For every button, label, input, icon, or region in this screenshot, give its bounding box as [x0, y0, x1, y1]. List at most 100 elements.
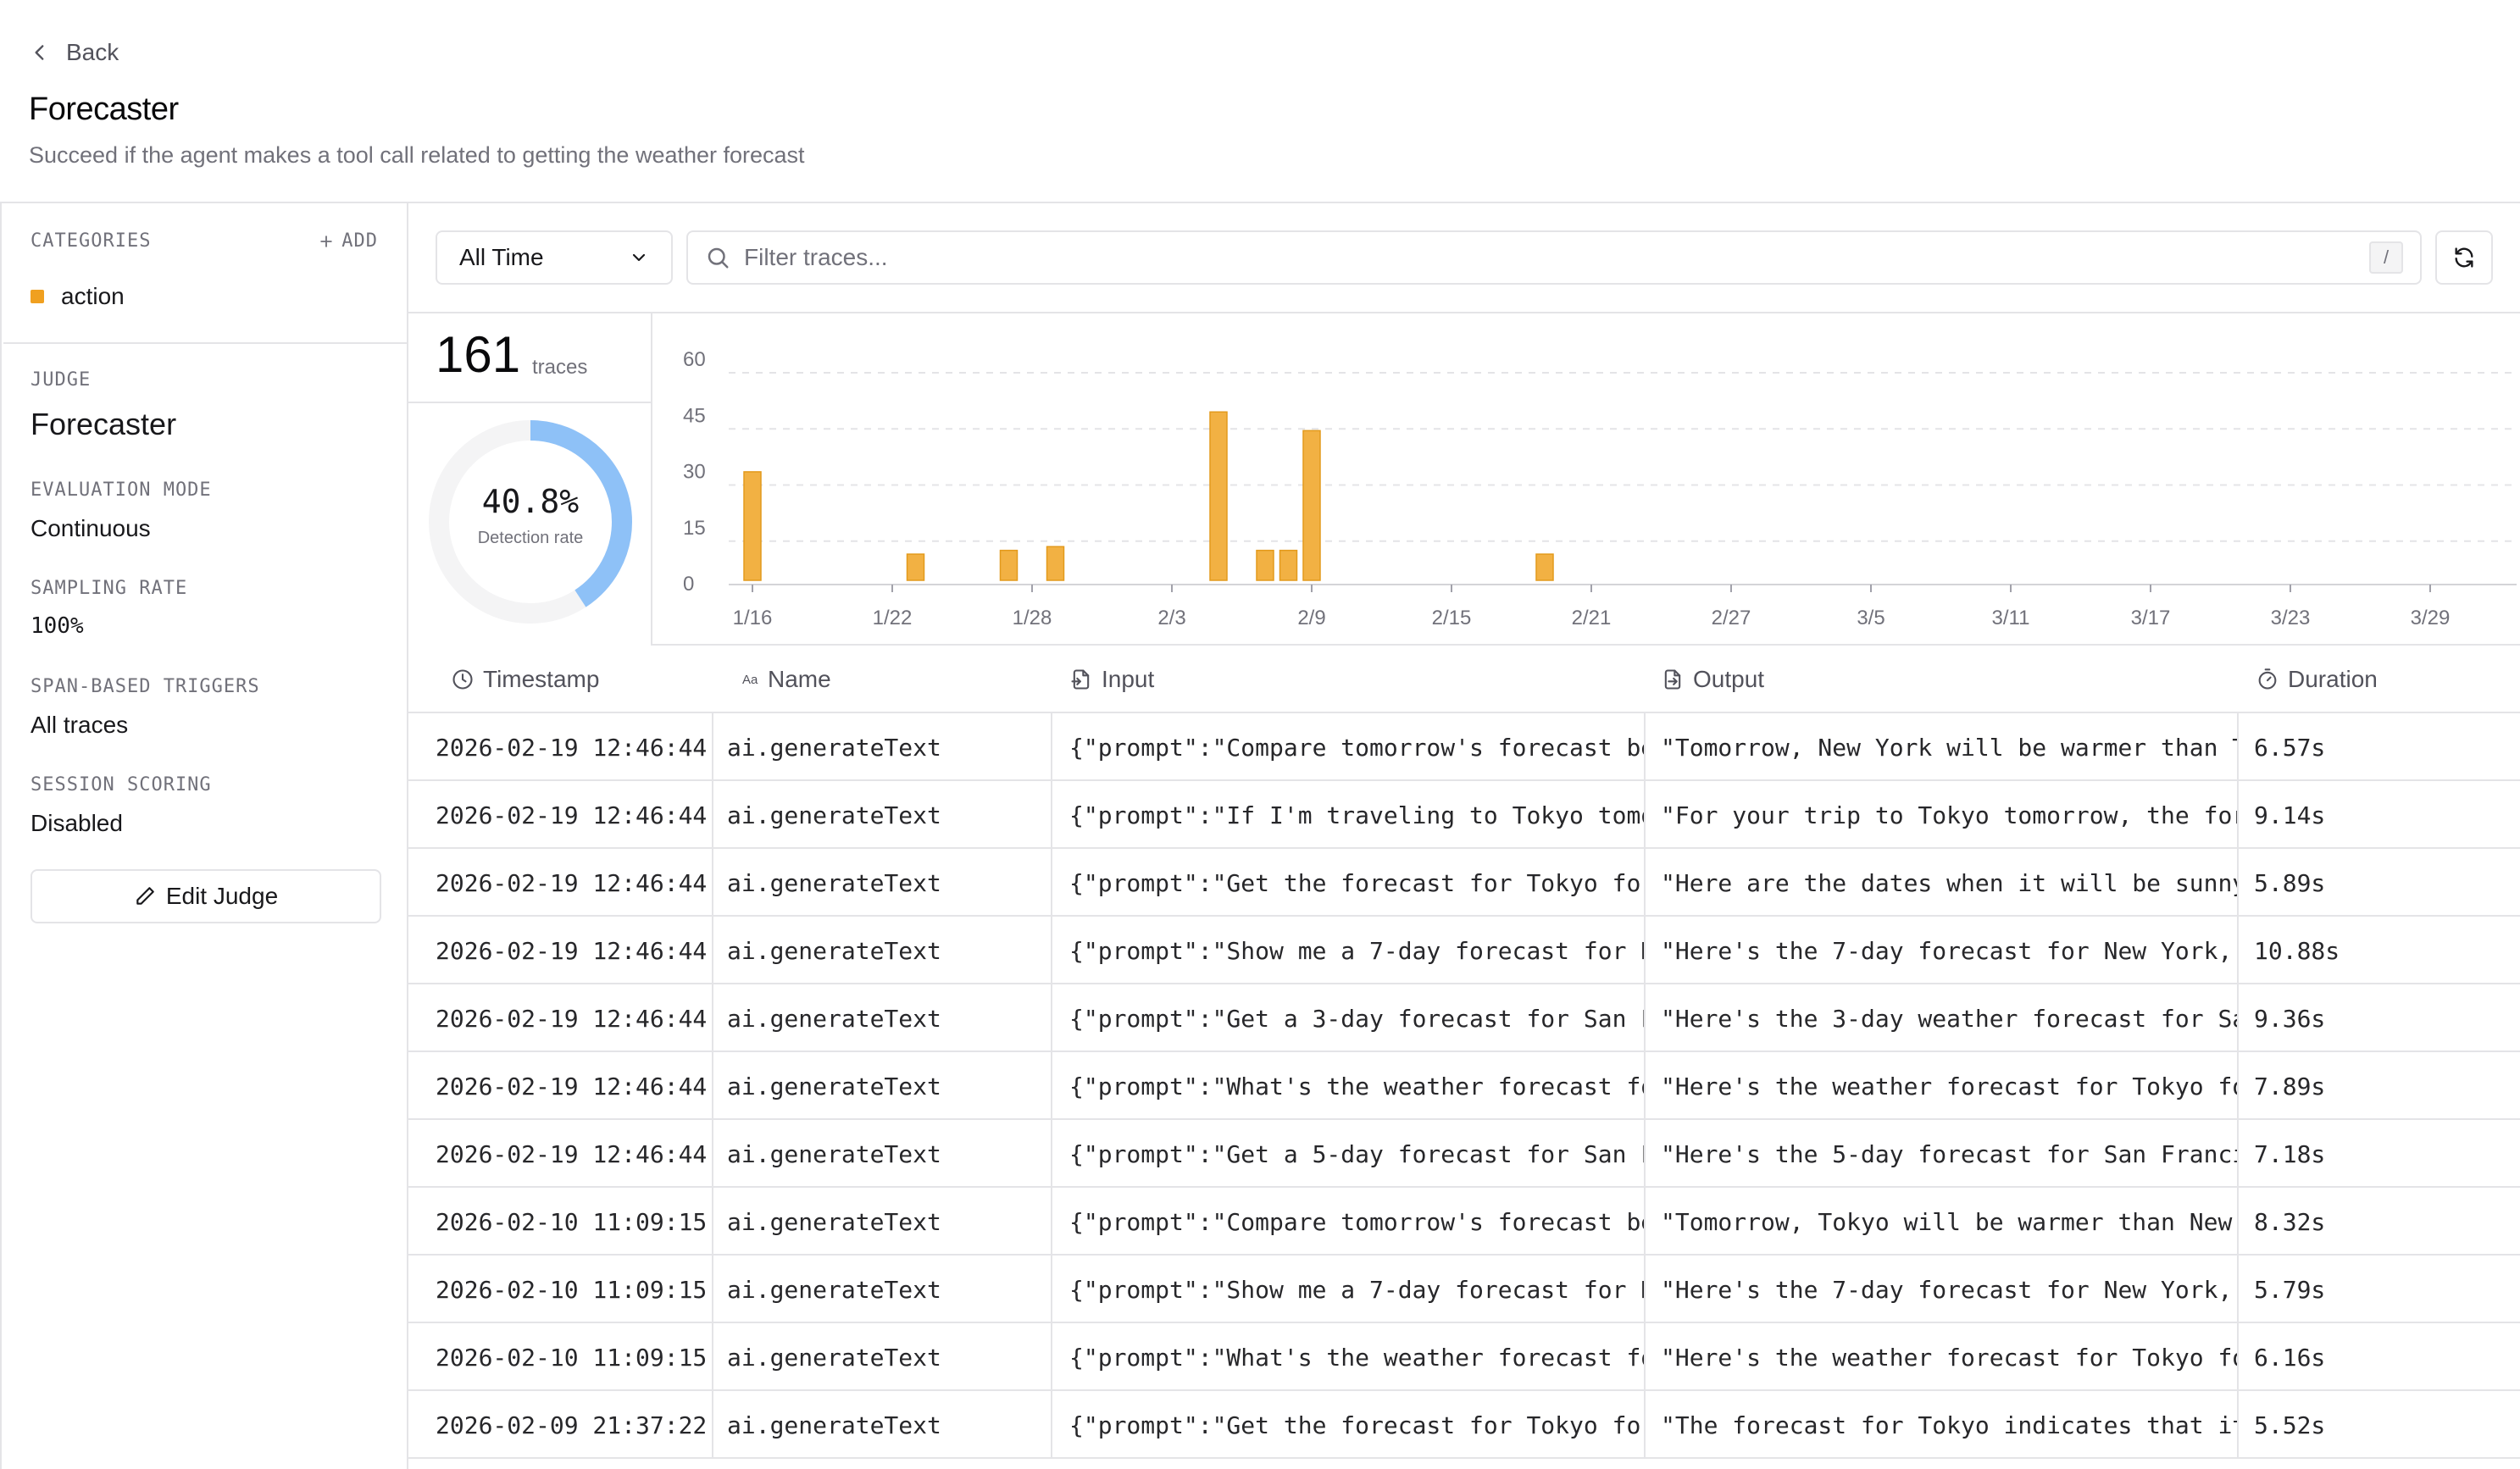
table-row[interactable]: 2026-02-19 12:46:44 ai.generateText {"prom…	[408, 917, 2520, 984]
cell-name-text: ai.generateText	[727, 1207, 941, 1236]
column-header-input[interactable]: Input	[1052, 646, 1646, 713]
trace-count-label: traces	[532, 356, 588, 379]
span-triggers-label: SPAN-BASED TRIGGERS	[31, 676, 260, 697]
cell-name-text: ai.generateText	[727, 801, 941, 829]
edit-judge-label: Edit Judge	[165, 883, 279, 909]
cell-name: ai.generateText	[713, 1120, 1052, 1188]
cell-name-text: ai.generateText	[727, 868, 941, 897]
cell-input: {"prompt":"If I'm traveling to Tokyo tom…	[1052, 781, 1646, 849]
chart-svg: 0 15 30 45 60 1/16 1/22 1/28 2/3 2/9 2/15 2/21 2/27 3…	[683, 348, 2517, 629]
column-header-label: Output	[1693, 666, 1765, 692]
x-tick-label: 3/5	[1857, 607, 1884, 629]
cell-name: ai.generateText	[713, 1391, 1052, 1459]
detection-rate-donut	[429, 420, 632, 624]
text-type-icon: Aa	[742, 673, 758, 687]
filter-traces-input[interactable]	[744, 244, 2356, 271]
cell-timestamp-text: 2026-02-19 12:46:44	[436, 1139, 708, 1168]
chart-bar	[1279, 549, 1298, 581]
svg-text:Aa: Aa	[742, 673, 758, 687]
span-triggers-value: All traces	[31, 712, 129, 738]
cell-timestamp-text: 2026-02-10 11:09:15	[436, 1343, 708, 1372]
refresh-icon	[2455, 247, 2473, 268]
x-tick-label: 1/28	[1013, 607, 1052, 629]
refresh-button[interactable]	[2435, 230, 2493, 285]
cell-name: ai.generateText	[713, 984, 1052, 1052]
back-button[interactable]: Back	[29, 36, 119, 69]
edit-judge-button[interactable]: Edit Judge	[31, 869, 381, 923]
table-row[interactable]: 2026-02-09 21:37:22 ai.generateText {"prom…	[408, 1391, 2520, 1459]
cell-input: {"prompt":"Get a 3-day forecast for San …	[1052, 984, 1646, 1052]
table-row[interactable]: 2026-02-19 12:46:44 ai.generateText {"prom…	[408, 849, 2520, 917]
cell-timestamp-text: 2026-02-19 12:46:44	[436, 733, 708, 762]
add-category-button[interactable]: ADD	[318, 230, 378, 252]
table-row[interactable]: 2026-02-19 12:46:44 ai.generateText {"prom…	[408, 1052, 2520, 1120]
cell-duration-text: 6.16s	[2254, 1343, 2326, 1372]
table-row[interactable]: 2026-02-10 11:09:15 ai.generateText {"prom…	[408, 1256, 2520, 1323]
column-header-name[interactable]: Aa Name	[713, 646, 1052, 713]
cell-output: "Here's the 7-day forecast for New York,	[1646, 1256, 2239, 1323]
file-input-icon	[1071, 669, 1090, 690]
chart-bar	[1256, 549, 1274, 581]
sidebar-divider	[3, 342, 408, 344]
cell-output: "Tomorrow, New York will be warmer than …	[1646, 713, 2239, 781]
column-header-output[interactable]: Output	[1646, 646, 2239, 713]
cell-input-text: {"prompt":"Compare tomorrow's forecast b…	[1069, 733, 1646, 762]
table-row[interactable]: 2026-02-19 12:46:44 ai.generateText {"prom…	[408, 984, 2520, 1052]
cell-output: "Here's the weather forecast for Tokyo f…	[1646, 1052, 2239, 1120]
cell-input-text: {"prompt":"What's the weather forecast f…	[1069, 1072, 1646, 1100]
cell-timestamp: 2026-02-10 11:09:15	[408, 1323, 713, 1391]
table-row[interactable]: 2026-02-19 12:46:44 ai.generateText {"prom…	[408, 1120, 2520, 1188]
cell-input: {"prompt":"What's the weather forecast f…	[1052, 1052, 1646, 1120]
cell-input-text: {"prompt":"If I'm traveling to Tokyo tom…	[1069, 801, 1646, 829]
cell-duration-text: 5.52s	[2254, 1411, 2326, 1439]
cell-duration: 9.14s	[2239, 781, 2520, 849]
column-header-label: Input	[1102, 666, 1155, 692]
cell-duration: 6.57s	[2239, 713, 2520, 781]
x-tick-label: 3/23	[2271, 607, 2311, 629]
cell-input-text: {"prompt":"Get the forecast for Tokyo fo…	[1069, 1411, 1646, 1439]
cell-name-text: ai.generateText	[727, 1275, 941, 1304]
cell-name: ai.generateText	[713, 1256, 1052, 1323]
session-scoring-value: Disabled	[31, 810, 123, 836]
chart-bar	[1302, 430, 1321, 581]
cell-timestamp: 2026-02-10 11:09:15	[408, 1188, 713, 1256]
table-header-row: Timestamp Aa Name Input Output Duration	[408, 646, 2520, 713]
chevron-left-icon	[35, 45, 44, 60]
cell-timestamp: 2026-02-10 11:09:15	[408, 1256, 713, 1323]
category-item-action[interactable]: action	[31, 283, 125, 310]
table-row[interactable]: 2026-02-19 12:46:44 ai.generateText {"prom…	[408, 713, 2520, 781]
cell-name: ai.generateText	[713, 1188, 1052, 1256]
cell-output-text: "Here's the weather forecast for Tokyo f…	[1661, 1072, 2239, 1100]
session-scoring-label: SESSION SCORING	[31, 774, 212, 795]
cell-duration-text: 7.89s	[2254, 1072, 2326, 1100]
cell-input-text: {"prompt":"Show me a 7-day forecast for …	[1069, 936, 1646, 965]
clock-icon	[452, 669, 473, 690]
cell-output-text: "Tomorrow, Tokyo will be warmer than New	[1661, 1207, 2233, 1236]
cell-name-text: ai.generateText	[727, 1072, 941, 1100]
cell-input-text: {"prompt":"Get a 5-day forecast for San …	[1069, 1139, 1646, 1168]
cell-input-text: {"prompt":"What's the weather forecast f…	[1069, 1343, 1646, 1372]
cell-timestamp: 2026-02-19 12:46:44	[408, 849, 713, 917]
time-range-select[interactable]: All Time	[436, 230, 673, 285]
cell-output: "Here's the 7-day forecast for New York,	[1646, 917, 2239, 984]
judge-value: Forecaster	[31, 407, 177, 441]
column-header-duration[interactable]: Duration	[2239, 646, 2520, 713]
cell-duration-text: 8.32s	[2254, 1207, 2326, 1236]
cell-timestamp-text: 2026-02-19 12:46:44	[436, 868, 708, 897]
traces-bar-chart: 0 15 30 45 60 1/16 1/22 1/28 2/3 2/9 2/15 2/21 2/27 3…	[652, 313, 2520, 646]
sampling-rate-value: 100%	[31, 613, 84, 639]
table-row[interactable]: 2026-02-10 11:09:15 ai.generateText {"prom…	[408, 1188, 2520, 1256]
y-tick-label: 60	[683, 348, 706, 371]
y-tick-label: 0	[683, 573, 694, 596]
cell-timestamp-text: 2026-02-10 11:09:15	[436, 1207, 708, 1236]
cell-input: {"prompt":"Show me a 7-day forecast for …	[1052, 917, 1646, 984]
page-header: Back Forecaster Succeed if the agent mak…	[0, 0, 2520, 203]
table-row[interactable]: 2026-02-19 12:46:44 ai.generateText {"prom…	[408, 781, 2520, 849]
x-tick-label: 2/9	[1297, 607, 1325, 629]
x-tick-label: 3/29	[2411, 607, 2451, 629]
cell-input-text: {"prompt":"Show me a 7-day forecast for …	[1069, 1275, 1646, 1304]
cell-duration-text: 10.88s	[2254, 936, 2340, 965]
column-header-timestamp[interactable]: Timestamp	[408, 646, 713, 713]
table-row[interactable]: 2026-02-10 11:09:15 ai.generateText {"prom…	[408, 1323, 2520, 1391]
evaluation-mode-label: EVALUATION MODE	[31, 480, 212, 501]
